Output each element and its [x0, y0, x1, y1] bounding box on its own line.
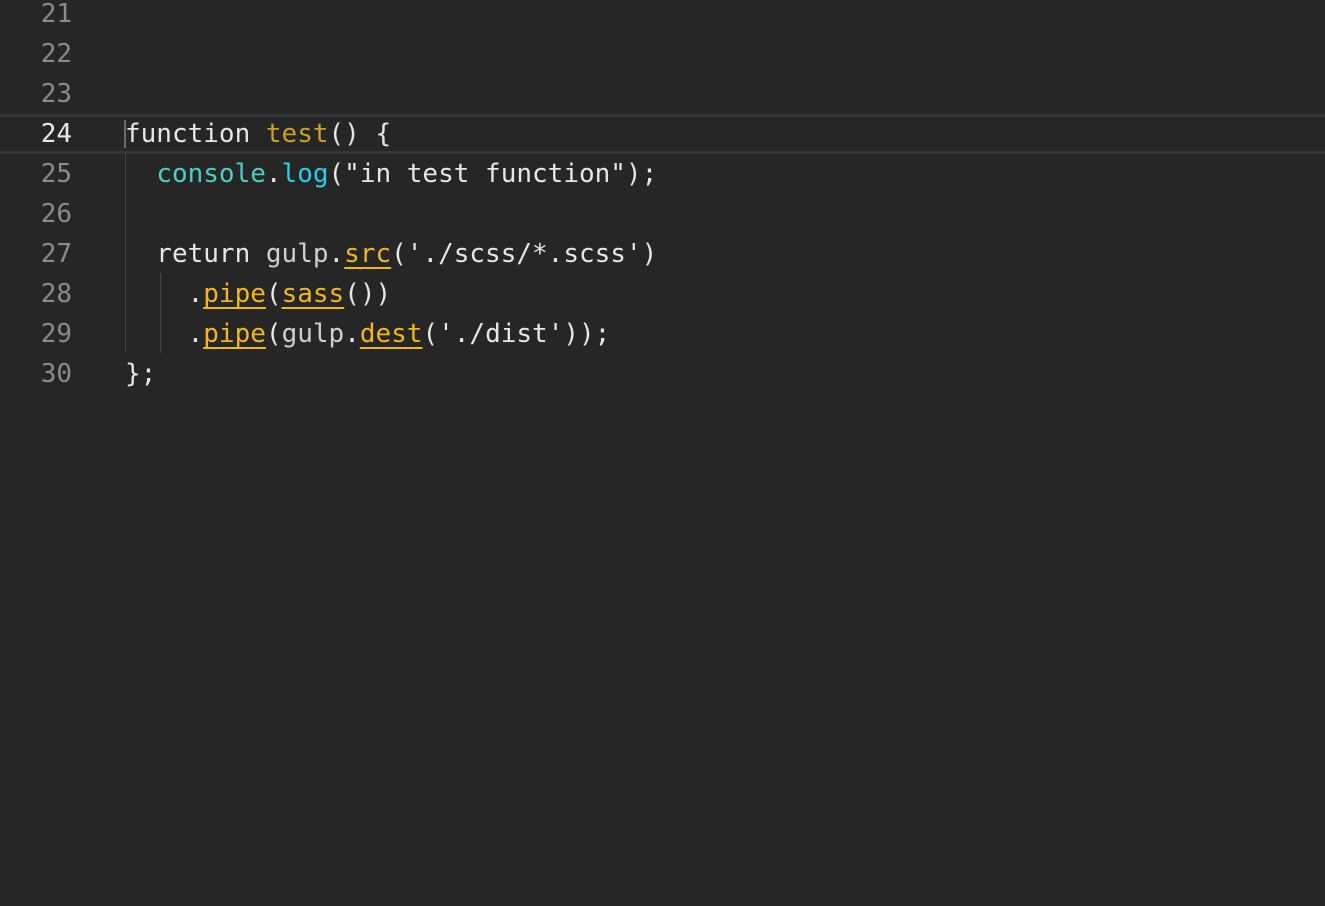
code-line[interactable]: 30}; [0, 354, 1325, 394]
line-number: 25 [40, 159, 72, 189]
code-token: . [328, 239, 345, 269]
line-number: 29 [40, 319, 72, 349]
code-token: }; [125, 359, 157, 389]
code-token: return [125, 239, 266, 269]
line-number: 21 [40, 0, 72, 29]
code-token: gulp [281, 319, 345, 349]
code-token: ( [265, 319, 282, 349]
code-token: ('./dist')); [422, 319, 611, 349]
line-content[interactable]: function test() { [125, 117, 391, 151]
code-token: dest [359, 319, 423, 349]
code-token: pipe [203, 319, 266, 349]
code-token: pipe [203, 279, 266, 309]
code-token: . [125, 319, 204, 349]
indent-guide-inner [160, 273, 161, 353]
line-number: 23 [40, 79, 72, 109]
indent-guide-outer [125, 153, 126, 353]
line-content[interactable]: return gulp.src('./scss/*.scss') [125, 234, 657, 274]
code-token: function [125, 119, 266, 149]
code-token: test [265, 119, 329, 149]
code-token: console [156, 159, 266, 189]
code-line[interactable]: 29 .pipe(gulp.dest('./dist')); [0, 314, 1325, 354]
code-line[interactable]: 28 .pipe(sass()) [0, 274, 1325, 314]
code-token: sass [281, 279, 345, 309]
code-token: ('./scss/*.scss') [391, 239, 658, 269]
code-token: gulp [265, 239, 329, 269]
code-line[interactable]: 23 [0, 74, 1325, 114]
line-content[interactable]: .pipe(sass()) [125, 274, 392, 314]
code-line[interactable]: 26 [0, 194, 1325, 234]
line-number: 24 [40, 119, 72, 149]
code-token: ( [265, 279, 282, 309]
code-token: ()) [344, 279, 392, 309]
line-number: 28 [40, 279, 72, 309]
text-cursor [124, 120, 126, 148]
line-number: 27 [40, 239, 72, 269]
code-token: ("in test function"); [328, 159, 658, 189]
code-token: . [265, 159, 282, 189]
code-editor[interactable]: 21 22 23 24 function test() {25 console.log(… [0, 0, 1325, 906]
code-token: src [344, 239, 392, 269]
line-number: 30 [40, 359, 72, 389]
line-content[interactable]: console.log("in test function"); [125, 154, 657, 194]
code-token: log [281, 159, 329, 189]
code-line[interactable]: 24 function test() { [0, 114, 1325, 154]
line-number: 22 [40, 39, 72, 69]
code-line[interactable]: 21 [0, 0, 1325, 34]
line-number: 26 [40, 199, 72, 229]
code-token: . [125, 279, 204, 309]
line-content[interactable]: .pipe(gulp.dest('./dist')); [125, 314, 611, 354]
code-token: () { [328, 119, 392, 149]
code-line[interactable]: 22 [0, 34, 1325, 74]
line-content[interactable]: }; [125, 354, 156, 394]
code-line[interactable]: 25 console.log("in test function"); [0, 154, 1325, 194]
code-line[interactable]: 27 return gulp.src('./scss/*.scss') [0, 234, 1325, 274]
code-token: . [344, 319, 360, 349]
